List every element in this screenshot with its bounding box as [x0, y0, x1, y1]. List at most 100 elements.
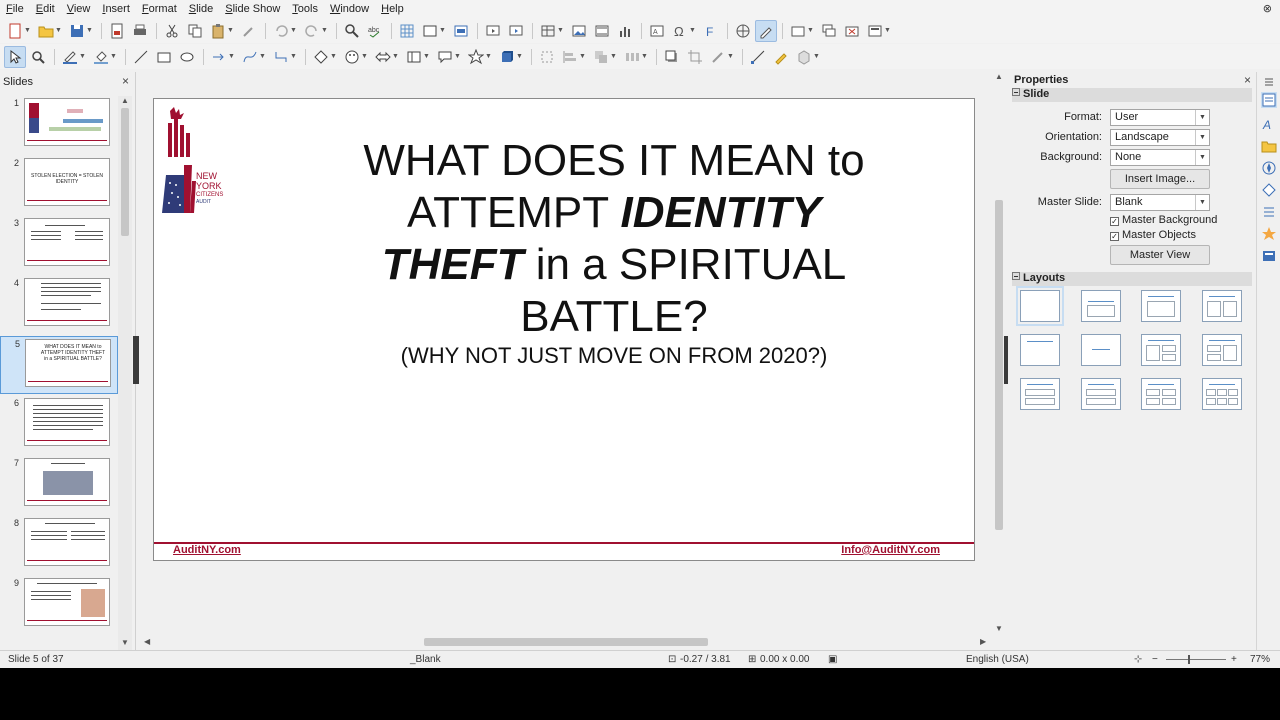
layouts-section-header[interactable]: Layouts: [1012, 272, 1252, 286]
animation-tab-icon[interactable]: [1261, 226, 1277, 242]
open-folder-icon[interactable]: ▼: [35, 20, 65, 42]
layout-title-only[interactable]: [1020, 334, 1060, 366]
undo-icon[interactable]: ▼: [270, 20, 300, 42]
layout-title-content-alt[interactable]: [1141, 290, 1181, 322]
align-objects-icon[interactable]: ▼: [559, 46, 589, 68]
new-document-icon[interactable]: ▼: [4, 20, 34, 42]
scroll-up-icon[interactable]: ▲: [121, 96, 129, 105]
slide-thumbnail-8[interactable]: 8: [0, 516, 118, 574]
slide-subtitle[interactable]: (WHY NOT JUST MOVE ON FROM 2020?): [314, 343, 914, 369]
footer-email-link[interactable]: Info@AuditNY.com: [841, 544, 940, 556]
scroll-left-icon[interactable]: ◀: [144, 637, 150, 646]
start-first-slide-icon[interactable]: [482, 20, 504, 42]
document-modified-icon[interactable]: ▣: [828, 654, 837, 665]
cut-icon[interactable]: [161, 20, 183, 42]
special-character-icon[interactable]: Ω ▼: [669, 20, 699, 42]
scroll-right-icon[interactable]: ▶: [980, 637, 986, 646]
points-icon[interactable]: [747, 46, 769, 68]
properties-tab-icon[interactable]: [1261, 92, 1277, 108]
layout-title-content[interactable]: [1081, 290, 1121, 322]
toggle-extrusion-icon[interactable]: ▼: [793, 46, 823, 68]
layout-title-content-2-content[interactable]: [1202, 334, 1242, 366]
master-objects-checkbox[interactable]: ✓ Master Objects: [1110, 229, 1196, 241]
master-background-checkbox[interactable]: ✓ Master Background: [1110, 214, 1217, 226]
export-pdf-icon[interactable]: [106, 20, 128, 42]
slide-title[interactable]: WHAT DOES IT MEAN to ATTEMPT IDENTITY TH…: [314, 135, 914, 343]
zoom-level[interactable]: 77%: [1250, 654, 1270, 665]
master-slide-status[interactable]: _Blank: [410, 654, 441, 665]
insert-image-button[interactable]: Insert Image...: [1110, 169, 1210, 189]
symbol-shapes-icon[interactable]: ▼: [341, 46, 371, 68]
select-icon[interactable]: [4, 45, 26, 68]
zoom-in-button[interactable]: +: [1231, 654, 1237, 665]
slide-thumbnail-2[interactable]: 2 STOLEN ELECTION = STOLEN IDENTITY: [0, 156, 118, 214]
menu-edit[interactable]: Edit: [30, 0, 61, 18]
save-icon[interactable]: ▼: [66, 20, 96, 42]
collapse-section-icon[interactable]: [1012, 272, 1020, 280]
scrollbar-thumb[interactable]: [121, 108, 129, 236]
ellipse-icon[interactable]: [176, 46, 198, 68]
new-slide-icon[interactable]: ▼: [787, 20, 817, 42]
styles-tab-icon[interactable]: A: [1261, 116, 1277, 132]
master-slide-select[interactable]: Blank ▼: [1110, 194, 1210, 211]
delete-slide-icon[interactable]: [841, 20, 863, 42]
layout-centered-text[interactable]: [1081, 334, 1121, 366]
rectangle-icon[interactable]: [153, 46, 175, 68]
text-box-icon[interactable]: A: [646, 20, 668, 42]
rotate-icon[interactable]: [536, 46, 558, 68]
slide-editing-area[interactable]: NEW YORK CITIZENS AUDIT WHAT DOES IT MEA…: [140, 72, 1006, 649]
flowchart-icon[interactable]: ▼: [403, 46, 433, 68]
slide-thumbnail-6[interactable]: 6: [0, 396, 118, 454]
scrollbar-thumb[interactable]: [995, 200, 1003, 530]
redo-icon[interactable]: ▼: [301, 20, 331, 42]
spelling-icon[interactable]: abc: [364, 20, 386, 42]
current-slide[interactable]: NEW YORK CITIZENS AUDIT WHAT DOES IT MEA…: [153, 98, 975, 561]
clone-formatting-icon[interactable]: [238, 20, 260, 42]
scroll-down-icon[interactable]: ▼: [995, 624, 1003, 633]
layout-title-2-content-content[interactable]: [1141, 334, 1181, 366]
paste-icon[interactable]: ▼: [207, 20, 237, 42]
menu-file[interactable]: File: [0, 0, 30, 18]
menu-slide[interactable]: Slide: [183, 0, 219, 18]
arrange-icon[interactable]: ▼: [590, 46, 620, 68]
insert-chart-icon[interactable]: [614, 20, 636, 42]
table-icon[interactable]: ▼: [537, 20, 567, 42]
filter-icon[interactable]: ▼: [707, 46, 737, 68]
layout-title-2-content-over[interactable]: [1020, 378, 1060, 410]
scrollbar-thumb[interactable]: [424, 638, 708, 646]
slide-transition-tab-icon[interactable]: [1261, 204, 1277, 220]
start-current-slide-icon[interactable]: [505, 20, 527, 42]
sidebar-menu-icon[interactable]: [1261, 74, 1277, 90]
callouts-icon[interactable]: ▼: [434, 46, 464, 68]
lines-arrows-icon[interactable]: ▼: [208, 46, 238, 68]
slide-thumbnail-7[interactable]: 7: [0, 456, 118, 514]
layout-title-two-content[interactable]: [1202, 290, 1242, 322]
line-icon[interactable]: [130, 46, 152, 68]
background-select[interactable]: None ▼: [1110, 149, 1210, 166]
orientation-select[interactable]: Landscape ▼: [1110, 129, 1210, 146]
display-views-icon[interactable]: ▼: [419, 20, 449, 42]
slides-pane-scrollbar[interactable]: ▲ ▼: [118, 96, 132, 650]
layout-title-6-content[interactable]: [1202, 378, 1242, 410]
print-icon[interactable]: [129, 20, 151, 42]
menu-format[interactable]: Format: [136, 0, 183, 18]
gallery-tab-icon[interactable]: [1261, 138, 1277, 154]
fontwork-icon[interactable]: F: [700, 20, 722, 42]
slide-thumbnail-5[interactable]: 5 WHAT DOES IT MEAN to ATTEMPT IDENTITY …: [0, 336, 118, 394]
slide-thumbnail-4[interactable]: 4: [0, 276, 118, 334]
zoom-slider[interactable]: [1166, 659, 1226, 660]
shadow-icon[interactable]: [661, 46, 683, 68]
insert-media-icon[interactable]: [591, 20, 613, 42]
zoom-slider-handle[interactable]: [1188, 655, 1190, 664]
close-slides-pane-icon[interactable]: ×: [122, 74, 129, 88]
zoom-out-button[interactable]: −: [1152, 654, 1158, 665]
menu-window[interactable]: Window: [324, 0, 375, 18]
menu-help[interactable]: Help: [375, 0, 410, 18]
menu-view[interactable]: View: [61, 0, 97, 18]
menu-insert[interactable]: Insert: [96, 0, 136, 18]
slide-layout-icon[interactable]: ▼: [864, 20, 894, 42]
line-color-icon[interactable]: ▼: [59, 46, 89, 68]
master-slide-icon[interactable]: [450, 20, 472, 42]
layout-blank[interactable]: [1016, 286, 1064, 326]
insert-image-icon[interactable]: [568, 20, 590, 42]
